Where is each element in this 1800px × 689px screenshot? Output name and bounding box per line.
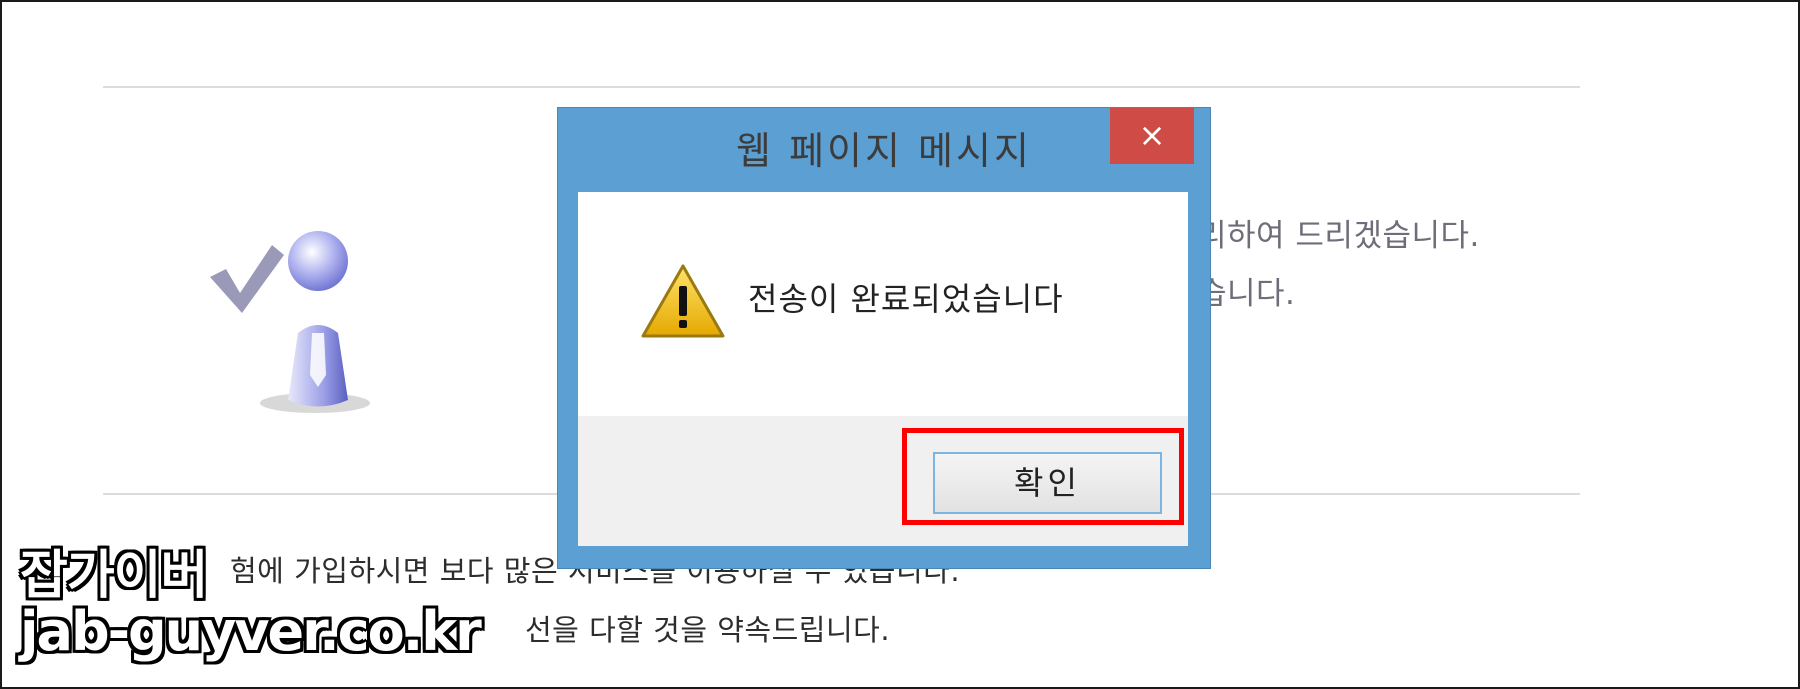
warning-icon: [641, 264, 725, 338]
divider-top: [103, 86, 1580, 88]
background-text-line: 리하여 드리겠습니다.: [1198, 218, 1480, 254]
user-check-icon: [210, 231, 370, 413]
dialog-body: 전송이 완료되었습니다: [578, 192, 1188, 416]
dialog-message: 전송이 완료되었습니다: [748, 280, 1064, 318]
watermark-text: 잡가이버: [20, 546, 208, 606]
background-text-line: 습니다.: [1198, 276, 1296, 312]
background-text-line: 선을 다할 것을 약속드립니다.: [525, 613, 891, 647]
ok-button[interactable]: 확인: [933, 452, 1162, 514]
close-button[interactable]: ×: [1110, 108, 1194, 164]
watermark-url: jab-guyver.co.kr: [20, 600, 482, 663]
